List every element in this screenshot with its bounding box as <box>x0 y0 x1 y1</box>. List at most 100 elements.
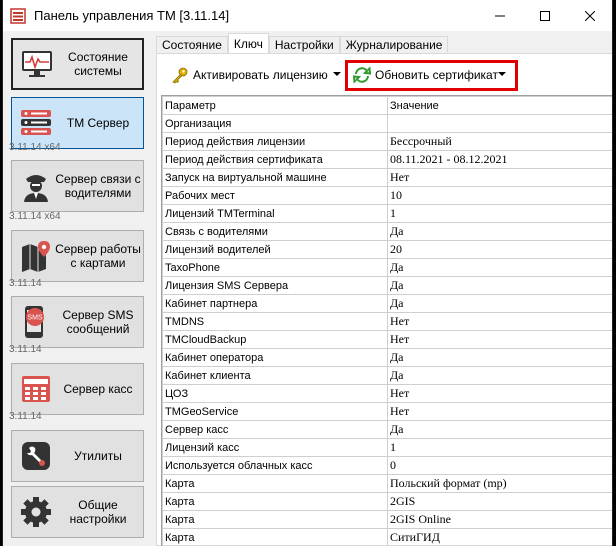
table-row[interactable]: Лицензий касс 1 <box>162 438 612 457</box>
value-cell: Нет <box>387 168 612 187</box>
table-row[interactable]: Лицензия SMS Сервера Да <box>162 276 612 295</box>
sidebar-item-system-status[interactable]: Состояние системы <box>11 38 144 90</box>
parameter-cell: Период действия лицензии <box>162 132 388 151</box>
value-cell: Нет <box>387 330 612 349</box>
table-row[interactable]: TMGeoService Нет <box>162 402 612 421</box>
window-title: Панель управления ТМ [3.11.14] <box>34 8 230 23</box>
chevron-down-icon[interactable] <box>333 72 341 76</box>
table-row[interactable]: ЦОЗ Нет <box>162 384 612 403</box>
chevron-down-icon[interactable] <box>498 72 506 76</box>
sidebar-item-driver-server[interactable]: Сервер связи с водителями <box>11 160 144 212</box>
table-row[interactable]: TaxoPhone Да <box>162 258 612 277</box>
value-cell: 08.11.2021 - 08.12.2021 <box>387 150 612 169</box>
parameter-cell: TMDNS <box>162 312 388 331</box>
sidebar-item-label: Общие настройки <box>69 498 127 526</box>
parameter-cell: Кабинет оператора <box>162 348 388 367</box>
table-row[interactable]: Сервер касс Да <box>162 420 612 439</box>
table-row[interactable]: Используется облачных касс 0 <box>162 456 612 475</box>
value-cell: Да <box>387 420 612 439</box>
table-row[interactable]: Кабинет оператора Да <box>162 348 612 367</box>
value-cell: СитиГИД <box>387 528 612 546</box>
parameter-cell: Карта <box>162 510 388 529</box>
parameter-cell: ЦОЗ <box>162 384 388 403</box>
value-cell: 1 <box>387 204 612 223</box>
version-label: 3.11.14 <box>9 344 42 355</box>
maximize-button[interactable] <box>522 0 567 31</box>
driver-icon <box>17 167 55 205</box>
table-row[interactable]: Запуск на виртуальной машине Нет <box>162 168 612 187</box>
close-button[interactable] <box>567 0 612 31</box>
value-cell: Да <box>387 222 612 241</box>
app-icon <box>10 7 26 24</box>
value-cell: Нет <box>387 402 612 421</box>
table-row[interactable]: Кабинет партнера Да <box>162 294 612 313</box>
table-row[interactable]: TMDNS Нет <box>162 312 612 331</box>
parameter-cell: Кабинет клиента <box>162 366 388 385</box>
activate-license-button[interactable]: Активировать лицензию <box>171 65 328 85</box>
sidebar-item-sms-server[interactable]: SMS Сервер SMS сообщений <box>11 296 144 348</box>
parameter-cell: Кабинет партнера <box>162 294 388 313</box>
parameter-cell: Карта <box>162 528 388 546</box>
table-row[interactable]: Карта 2GIS <box>162 492 612 511</box>
parameter-cell: Используется облачных касс <box>162 456 388 475</box>
table-row[interactable]: TMCloudBackup Нет <box>162 330 612 349</box>
sidebar-item-utilities[interactable]: Утилиты <box>11 430 144 482</box>
parameter-cell: Сервер касс <box>162 420 388 439</box>
value-cell: Да <box>387 276 612 295</box>
sidebar-item-general-settings[interactable]: Общие настройки <box>11 486 144 538</box>
update-certificate-button[interactable]: Обновить сертификат <box>353 65 498 85</box>
parameter-cell: Организация <box>162 114 388 133</box>
version-label: 3.11.14 x64 <box>9 211 61 222</box>
monitor-icon <box>18 45 56 83</box>
column-header-value[interactable]: Значение <box>387 96 612 115</box>
app-window: Панель управления ТМ [3.11.14] Состояние… <box>2 0 613 546</box>
table-row[interactable]: Карта СитиГИД <box>162 528 612 546</box>
parameter-cell: TMGeoService <box>162 402 388 421</box>
value-cell: 1 <box>387 438 612 457</box>
parameter-cell: Запуск на виртуальной машине <box>162 168 388 187</box>
sidebar-item-label: Сервер SMS сообщений <box>62 308 134 336</box>
svg-text:SMS: SMS <box>27 315 43 322</box>
table-row[interactable]: Карта 2GIS Online <box>162 510 612 529</box>
table-row[interactable]: Карта Польский формат (mp) <box>162 474 612 493</box>
table-row[interactable]: Период действия лицензии Бессрочный <box>162 132 612 151</box>
table-row[interactable]: Лицензий TMTerminal 1 <box>162 204 612 223</box>
value-cell: 10 <box>387 186 612 205</box>
table-row[interactable]: Лицензий водителей 20 <box>162 240 612 259</box>
parameter-cell: Лицензий водителей <box>162 240 388 259</box>
sidebar-item-label: ТМ Сервер <box>66 116 130 130</box>
column-header-parameter[interactable]: Параметр <box>162 96 388 115</box>
sidebar-item-maps-server[interactable]: Сервер работы с картами <box>11 230 144 282</box>
value-cell: 2GIS <box>387 492 612 511</box>
activate-license-label: Активировать лицензию <box>193 68 328 82</box>
table-row[interactable]: Организация <box>162 114 612 133</box>
table-row[interactable]: Связь с водителями Да <box>162 222 612 241</box>
sidebar-item-label: Утилиты <box>74 449 122 463</box>
license-table: Параметр Значение Организация Период дейс… <box>161 95 612 546</box>
minimize-button[interactable] <box>477 0 522 31</box>
sidebar-item-cash-server[interactable]: Сервер касс <box>11 363 144 415</box>
version-label: 3.11.14 <box>9 278 42 289</box>
value-cell: Да <box>387 366 612 385</box>
key-icon <box>171 66 189 84</box>
value-cell: Да <box>387 258 612 277</box>
server-icon <box>17 104 55 142</box>
tab-settings[interactable]: Настройки <box>268 36 340 54</box>
parameter-cell: Рабочих мест <box>162 186 388 205</box>
gear-icon <box>17 493 55 531</box>
map-icon <box>17 237 55 275</box>
toolbar: Активировать лицензию Обновить сертифика… <box>157 54 612 94</box>
tab-logging[interactable]: Журналирование <box>339 36 449 54</box>
version-label: 3.11.14 <box>9 411 42 422</box>
wrench-icon <box>17 437 55 475</box>
value-cell: Да <box>387 348 612 367</box>
sms-icon: SMS <box>17 303 55 341</box>
tab-key[interactable]: Ключ <box>227 33 269 54</box>
sidebar-item-label: Состояние системы <box>68 50 128 78</box>
table-row[interactable]: Кабинет клиента Да <box>162 366 612 385</box>
table-row[interactable]: Рабочих мест 10 <box>162 186 612 205</box>
tab-status[interactable]: Состояние <box>156 36 228 54</box>
sidebar-item-label: Сервер работы с картами <box>55 242 141 270</box>
value-cell: Польский формат (mp) <box>387 474 612 493</box>
table-row[interactable]: Период действия сертификата 08.11.2021 - … <box>162 150 612 169</box>
